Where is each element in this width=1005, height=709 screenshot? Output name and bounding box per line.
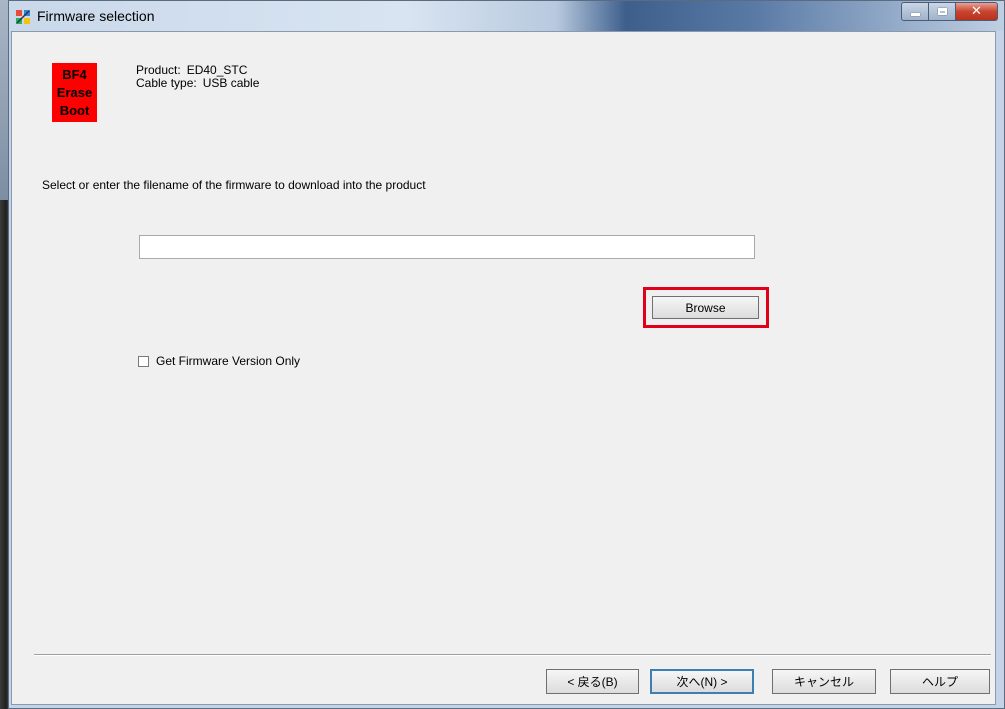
cable-label: Cable type: bbox=[136, 76, 197, 90]
product-info: Product: ED40_STC Cable type: USB cable bbox=[136, 64, 259, 90]
cable-row: Cable type: USB cable bbox=[136, 77, 259, 90]
badge-line-3: Boot bbox=[59, 102, 90, 118]
minimize-icon bbox=[910, 13, 920, 16]
firmware-filename-input[interactable] bbox=[139, 235, 755, 259]
browse-button[interactable]: Browse bbox=[652, 296, 759, 319]
maximize-button[interactable] bbox=[928, 2, 955, 21]
instruction-text: Select or enter the filename of the firm… bbox=[42, 178, 426, 192]
get-version-only-checkbox[interactable]: Get Firmware Version Only bbox=[138, 354, 300, 368]
checkbox-label: Get Firmware Version Only bbox=[156, 354, 301, 368]
product-badge: BF4 Erase Boot bbox=[52, 63, 97, 122]
checkbox-box[interactable] bbox=[138, 355, 149, 367]
close-icon: ✕ bbox=[971, 4, 982, 19]
window-title: Firmware selection bbox=[37, 8, 155, 24]
next-button[interactable]: 次へ(N) > bbox=[650, 669, 754, 694]
help-button[interactable]: ヘルプ bbox=[890, 669, 990, 694]
badge-line-2: Erase bbox=[56, 84, 93, 100]
caption-buttons: ✕ bbox=[901, 2, 998, 22]
minimize-button[interactable] bbox=[901, 2, 928, 21]
title-bar[interactable]: Firmware selection ✕ bbox=[9, 1, 1004, 31]
cable-value: USB cable bbox=[202, 76, 260, 90]
firmware-selection-window: Firmware selection ✕ BF4 Erase Boot Prod… bbox=[8, 0, 1005, 709]
close-button[interactable]: ✕ bbox=[955, 2, 998, 21]
footer-separator bbox=[34, 654, 991, 656]
dialog-body: BF4 Erase Boot Product: ED40_STC Cable t… bbox=[11, 31, 996, 705]
badge-line-1: BF4 bbox=[62, 66, 87, 82]
cancel-button[interactable]: キャンセル bbox=[772, 669, 876, 694]
back-button[interactable]: < 戻る(B) bbox=[546, 669, 639, 694]
app-icon bbox=[16, 10, 30, 24]
maximize-icon bbox=[937, 8, 947, 15]
